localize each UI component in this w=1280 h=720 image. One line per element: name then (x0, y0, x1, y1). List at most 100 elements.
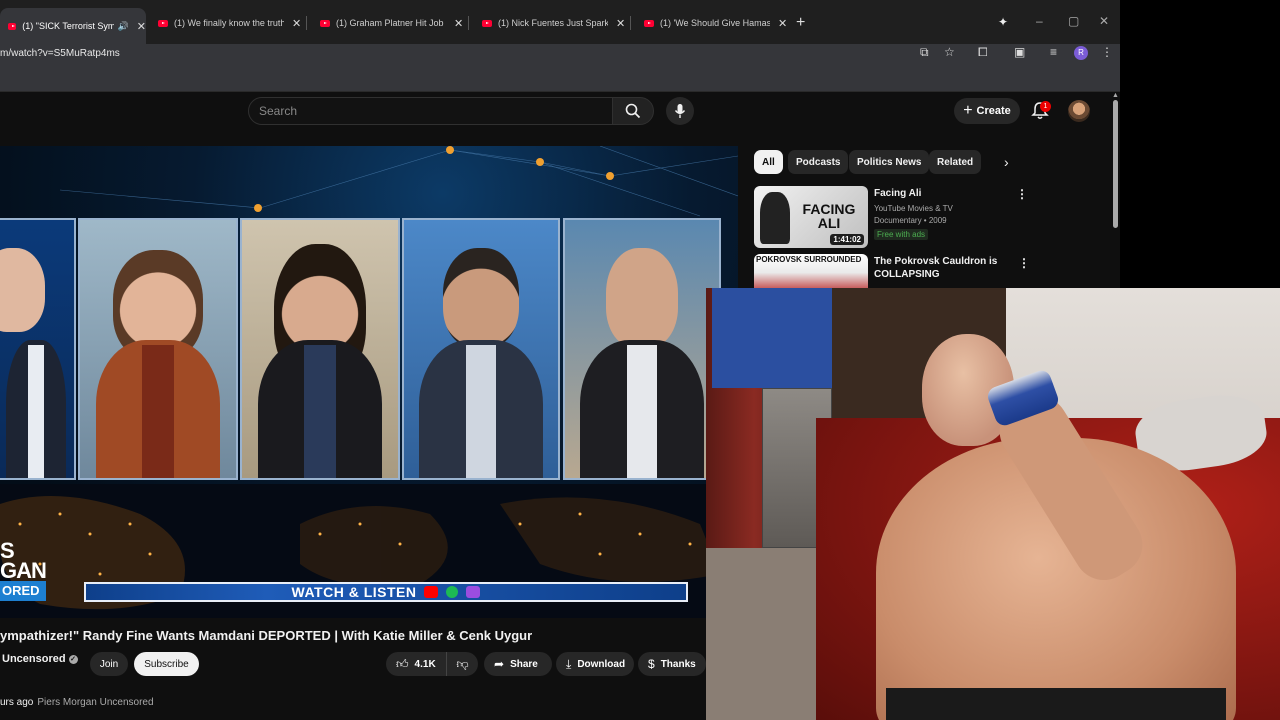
close-tab-icon[interactable]: ✕ (616, 17, 625, 30)
chip-podcasts[interactable]: Podcasts (788, 150, 849, 174)
scrollbar-thumb[interactable] (1113, 100, 1118, 228)
more-actions-icon[interactable]: ⋮ (1016, 187, 1028, 201)
webcam-boxes (712, 288, 832, 388)
guest-panel-2 (78, 218, 238, 480)
browser-menu-icon[interactable]: ⋮ (1101, 45, 1113, 59)
close-window-button[interactable]: ✕ (1099, 14, 1109, 28)
search-icon (625, 103, 641, 119)
share-label: Share (510, 658, 538, 670)
plus-icon: + (963, 102, 973, 119)
desktop-background (1120, 0, 1280, 290)
join-button[interactable]: Join (90, 652, 128, 676)
chip-politics-news[interactable]: Politics News (849, 150, 930, 174)
extensions-icon[interactable]: ⧠ (978, 45, 988, 60)
youtube-favicon-icon (8, 22, 17, 30)
guest-panel-1 (0, 218, 76, 480)
subscribe-button[interactable]: Subscribe (134, 652, 199, 676)
guest-panel-3 (240, 218, 400, 480)
bookmark-star-icon[interactable]: ☆ (944, 45, 955, 59)
media-controls-icon[interactable]: ≡ (1050, 45, 1057, 59)
recommendation-thumbnail[interactable]: FACING ALI 1:41:02 (754, 186, 868, 248)
podcasts-logo-icon (466, 586, 481, 598)
upload-time: urs ago (0, 697, 34, 708)
dislike-button[interactable]: 👎︎ (446, 652, 478, 676)
minimize-button[interactable]: – (1036, 14, 1043, 28)
description-snippet: Piers Morgan Uncensored (37, 697, 154, 708)
notification-count-badge: 1 (1040, 101, 1051, 112)
watch-listen-text: WATCH & LISTEN (291, 584, 417, 600)
video-player[interactable]: S GAN ORED WATCH & LISTEN (0, 146, 738, 618)
tab-title: (1) We finally know the truth... (174, 18, 284, 28)
like-count: 4.1K (414, 658, 436, 670)
tab-search-icon[interactable]: ✦ (998, 15, 1008, 29)
webcam-overlay (706, 288, 1280, 720)
recommendation-title[interactable]: The Pokrovsk Cauldron is COLLAPSING (874, 255, 1010, 281)
thumbs-down-icon: 👎︎ (456, 656, 469, 671)
tab-5[interactable]: (1) 'We Should Give Hamas NU ✕ (636, 10, 790, 36)
download-button[interactable]: ⤓ Download (556, 652, 634, 676)
watch-listen-banner: WATCH & LISTEN (84, 582, 688, 602)
tab-2[interactable]: (1) We finally know the truth... ✕ (150, 10, 304, 36)
chips-next-arrow-icon[interactable]: › (1004, 154, 1009, 170)
chip-related[interactable]: Related (929, 150, 982, 174)
webcam-person-shorts (886, 688, 1226, 720)
recommendation-title[interactable]: Facing Ali (874, 187, 1010, 200)
share-button[interactable]: ➦ Share (484, 652, 552, 676)
thanks-label: Thanks (660, 658, 696, 670)
like-button[interactable]: 👍︎ 4.1K (386, 652, 446, 676)
search-button[interactable] (612, 97, 654, 125)
maximize-button[interactable]: ▢ (1068, 14, 1079, 28)
speaker-icon[interactable]: 🔊 (118, 21, 129, 32)
voice-search-button[interactable] (666, 97, 694, 125)
recommendation-channel[interactable]: YouTube Movies & TV (874, 203, 953, 215)
thanks-button[interactable]: $ Thanks (638, 652, 706, 676)
url-text[interactable]: m/watch?v=S5MuRatp4ms (0, 48, 120, 59)
free-with-ads-badge: Free with ads (874, 229, 929, 240)
channel-name[interactable]: Uncensored ✓ (2, 653, 78, 665)
tab-3[interactable]: (1) Graham Platner Hit Job BAC ✕ (312, 10, 466, 36)
tab-active[interactable]: (1) "SICK Terrorist Sympath 🔊 ✕ (0, 8, 146, 44)
show-logo-subtext: ORED (0, 581, 46, 601)
thumbs-up-icon: 👍︎ (396, 656, 409, 671)
address-bar[interactable]: m/watch?v=S5MuRatp4ms ⧉ ☆ ⧠ ▣ ≡ R ⋮ (0, 44, 1120, 64)
account-avatar[interactable] (1068, 100, 1090, 122)
tab-strip: (1) "SICK Terrorist Sympath 🔊 ✕ (1) We f… (0, 0, 1120, 44)
tab-4[interactable]: (1) Nick Fuentes Just Sparked th ✕ (474, 10, 628, 36)
close-tab-icon[interactable]: ✕ (137, 20, 146, 33)
search-input[interactable] (249, 98, 613, 124)
recommendation-details: Documentary • 2009 (874, 216, 947, 225)
youtube-logo-icon (424, 586, 439, 598)
tab-title: (1) Nick Fuentes Just Sparked th (498, 18, 608, 28)
download-icon: ⤓ (566, 656, 572, 671)
install-app-icon[interactable]: ⧉ (920, 45, 929, 60)
new-tab-button[interactable]: + (796, 14, 805, 32)
profile-avatar[interactable]: R (1074, 46, 1088, 60)
sidebar-icon[interactable]: ▣ (1014, 45, 1025, 59)
spotify-logo-icon (446, 586, 459, 598)
scroll-up-arrow-icon[interactable]: ▲ (1112, 92, 1119, 99)
super-thanks-icon: $ (648, 657, 655, 671)
tab-separator (468, 16, 469, 30)
video-meta[interactable]: urs ago Piers Morgan Uncensored (0, 697, 154, 708)
tab-title: (1) Graham Platner Hit Job BAC (336, 18, 446, 28)
video-title: ympathizer!" Randy Fine Wants Mamdani DE… (0, 628, 533, 643)
video-duration: 1:41:02 (830, 234, 864, 245)
close-tab-icon[interactable]: ✕ (454, 17, 463, 30)
youtube-favicon-icon (158, 19, 168, 27)
channel-name-text[interactable]: Uncensored (2, 653, 66, 665)
search-box[interactable] (248, 97, 614, 125)
download-label: Download (577, 658, 626, 670)
close-tab-icon[interactable]: ✕ (778, 17, 787, 30)
verified-check-icon: ✓ (68, 655, 78, 664)
bookmarks-bar (0, 64, 1120, 92)
share-arrow-icon: ➦ (494, 657, 505, 671)
tab-title: (1) "SICK Terrorist Sympath (22, 21, 114, 31)
thumbnail-text: FACING ALI (802, 201, 856, 231)
chip-all[interactable]: All (754, 150, 783, 174)
more-actions-icon[interactable]: ⋮ (1018, 256, 1030, 270)
close-tab-icon[interactable]: ✕ (292, 17, 301, 30)
create-button[interactable]: + Create (954, 98, 1020, 124)
show-logo-text: S GAN (0, 538, 47, 583)
youtube-favicon-icon (644, 19, 654, 27)
guest-panel-4 (402, 218, 560, 480)
